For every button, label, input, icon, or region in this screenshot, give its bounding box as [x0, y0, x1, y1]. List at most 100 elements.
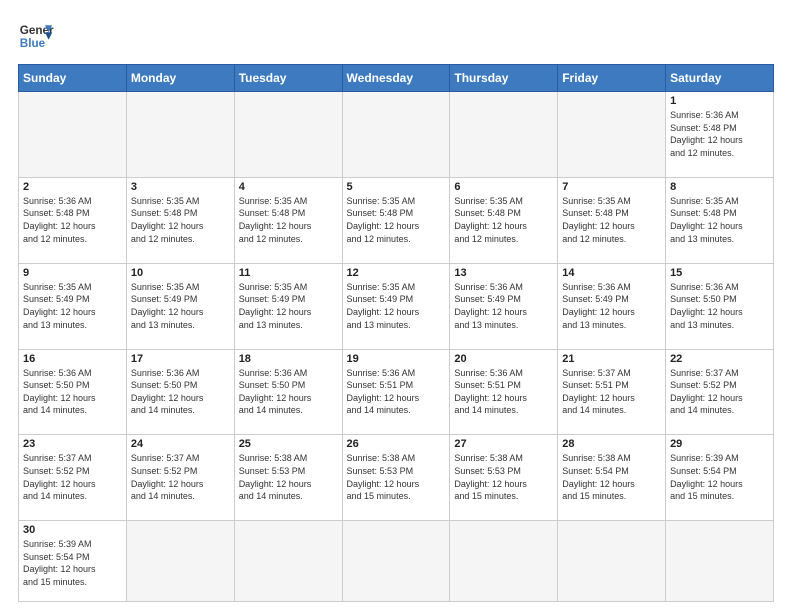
- day-number: 9: [23, 267, 122, 279]
- day-number: 3: [131, 181, 230, 193]
- calendar-cell: 29 Sunrise: 5:39 AM Sunset: 5:54 PM Dayli…: [666, 435, 774, 521]
- calendar-cell: 16Sunrise: 5:36 AM Sunset: 5:50 PM Dayli…: [19, 349, 127, 435]
- calendar-week-4: 23Sunrise: 5:37 AM Sunset: 5:52 PM Dayli…: [19, 435, 774, 521]
- day-info: Sunrise: 5:37 AM Sunset: 5:52 PM Dayligh…: [670, 367, 769, 417]
- calendar-week-3: 16 Sunrise: 5:36 AM Sunset: 5:50 PM Dayli…: [19, 349, 774, 435]
- day-info: Sunrise: 5:37 AM Sunset: 5:52 PM Dayligh…: [131, 452, 230, 502]
- calendar-week-1: 2Sunrise: 5:36 AM Sunset: 5:48 PM Daylig…: [19, 177, 774, 263]
- calendar-cell: 14 Sunrise: 5:36 AM Sunset: 5:49 PM Dayli…: [558, 263, 666, 349]
- calendar-cell: 12Sunrise: 5:35 AM Sunset: 5:49 PM Dayli…: [342, 263, 450, 349]
- calendar-table: SundayMondayTuesdayWednesdayThursdayFrid…: [18, 64, 774, 602]
- day-info: Sunrise: 5:38 AM Sunset: 5:53 PM Dayligh…: [347, 452, 446, 502]
- day-info: Sunrise: 5:36 AM Sunset: 5:51 PM Dayligh…: [347, 367, 446, 417]
- calendar-cell: 11Sunrise: 5:35 AM Sunset: 5:49 PM Dayli…: [234, 263, 342, 349]
- day-number: 1: [670, 95, 769, 107]
- day-number: 4: [239, 181, 338, 193]
- calendar-cell: 30 Sunrise: 5:39 AM Sunset: 5:54 PM Dayli…: [19, 521, 127, 602]
- calendar-cell: 25 Sunrise: 5:38 AM Sunset: 5:53 PM Dayli…: [234, 435, 342, 521]
- calendar-cell: [558, 521, 666, 602]
- day-number: 22: [670, 353, 769, 365]
- calendar-cell: 17 Sunrise: 5:36 AM Sunset: 5:50 PM Dayli…: [126, 349, 234, 435]
- calendar-cell: 19 Sunrise: 5:36 AM Sunset: 5:51 PM Dayli…: [342, 349, 450, 435]
- calendar-cell: 22 Sunrise: 5:37 AM Sunset: 5:52 PM Dayli…: [666, 349, 774, 435]
- day-info: Sunrise: 5:35 AM Sunset: 5:48 PM Dayligh…: [347, 195, 446, 245]
- day-info: Sunrise: 5:37 AM Sunset: 5:52 PM Dayligh…: [23, 452, 122, 502]
- day-header-monday: Monday: [126, 65, 234, 92]
- day-header-saturday: Saturday: [666, 65, 774, 92]
- calendar-cell: [19, 92, 127, 178]
- calendar-cell: 23Sunrise: 5:37 AM Sunset: 5:52 PM Dayli…: [19, 435, 127, 521]
- day-number: 24: [131, 438, 230, 450]
- calendar-cell: 1 Sunrise: 5:36 AM Sunset: 5:48 PM Daylig…: [666, 92, 774, 178]
- calendar-cell: [342, 521, 450, 602]
- day-info: Sunrise: 5:35 AM Sunset: 5:49 PM Dayligh…: [347, 281, 446, 331]
- day-number: 28: [562, 438, 661, 450]
- day-info: Sunrise: 5:37 AM Sunset: 5:51 PM Dayligh…: [562, 367, 661, 417]
- day-number: 5: [347, 181, 446, 193]
- day-info: Sunrise: 5:36 AM Sunset: 5:50 PM Dayligh…: [670, 281, 769, 331]
- calendar-cell: 18 Sunrise: 5:36 AM Sunset: 5:50 PM Dayli…: [234, 349, 342, 435]
- calendar-cell: [234, 92, 342, 178]
- logo: General Blue: [18, 18, 54, 54]
- day-info: Sunrise: 5:36 AM Sunset: 5:50 PM Dayligh…: [239, 367, 338, 417]
- day-number: 17: [131, 353, 230, 365]
- day-info: Sunrise: 5:35 AM Sunset: 5:48 PM Dayligh…: [454, 195, 553, 245]
- calendar-cell: 8Sunrise: 5:35 AM Sunset: 5:48 PM Daylig…: [666, 177, 774, 263]
- calendar-cell: [126, 92, 234, 178]
- day-header-sunday: Sunday: [19, 65, 127, 92]
- day-info: Sunrise: 5:35 AM Sunset: 5:48 PM Dayligh…: [131, 195, 230, 245]
- day-info: Sunrise: 5:38 AM Sunset: 5:53 PM Dayligh…: [239, 452, 338, 502]
- calendar-cell: 7 Sunrise: 5:35 AM Sunset: 5:48 PM Daylig…: [558, 177, 666, 263]
- day-number: 15: [670, 267, 769, 279]
- calendar-cell: 10 Sunrise: 5:35 AM Sunset: 5:49 PM Dayli…: [126, 263, 234, 349]
- day-info: Sunrise: 5:35 AM Sunset: 5:48 PM Dayligh…: [670, 195, 769, 245]
- day-number: 21: [562, 353, 661, 365]
- day-info: Sunrise: 5:39 AM Sunset: 5:54 PM Dayligh…: [23, 538, 122, 588]
- day-header-tuesday: Tuesday: [234, 65, 342, 92]
- calendar-week-5: 30 Sunrise: 5:39 AM Sunset: 5:54 PM Dayli…: [19, 521, 774, 602]
- day-number: 16: [23, 353, 122, 365]
- day-number: 14: [562, 267, 661, 279]
- day-info: Sunrise: 5:36 AM Sunset: 5:48 PM Dayligh…: [23, 195, 122, 245]
- day-number: 27: [454, 438, 553, 450]
- calendar-cell: [666, 521, 774, 602]
- day-info: Sunrise: 5:38 AM Sunset: 5:54 PM Dayligh…: [562, 452, 661, 502]
- calendar-week-0: 1 Sunrise: 5:36 AM Sunset: 5:48 PM Daylig…: [19, 92, 774, 178]
- calendar-cell: 27Sunrise: 5:38 AM Sunset: 5:53 PM Dayli…: [450, 435, 558, 521]
- day-info: Sunrise: 5:35 AM Sunset: 5:48 PM Dayligh…: [239, 195, 338, 245]
- calendar-cell: [450, 521, 558, 602]
- day-number: 6: [454, 181, 553, 193]
- calendar-cell: 24 Sunrise: 5:37 AM Sunset: 5:52 PM Dayli…: [126, 435, 234, 521]
- day-info: Sunrise: 5:36 AM Sunset: 5:48 PM Dayligh…: [670, 109, 769, 159]
- day-number: 25: [239, 438, 338, 450]
- day-number: 19: [347, 353, 446, 365]
- logo-icon: General Blue: [18, 18, 54, 54]
- day-info: Sunrise: 5:36 AM Sunset: 5:49 PM Dayligh…: [562, 281, 661, 331]
- calendar-cell: 4 Sunrise: 5:35 AM Sunset: 5:48 PM Daylig…: [234, 177, 342, 263]
- day-number: 29: [670, 438, 769, 450]
- calendar-cell: 5 Sunrise: 5:35 AM Sunset: 5:48 PM Daylig…: [342, 177, 450, 263]
- day-info: Sunrise: 5:35 AM Sunset: 5:49 PM Dayligh…: [239, 281, 338, 331]
- day-info: Sunrise: 5:35 AM Sunset: 5:49 PM Dayligh…: [131, 281, 230, 331]
- calendar-week-2: 9 Sunrise: 5:35 AM Sunset: 5:49 PM Daylig…: [19, 263, 774, 349]
- calendar-cell: [558, 92, 666, 178]
- calendar-cell: [342, 92, 450, 178]
- day-number: 20: [454, 353, 553, 365]
- day-number: 13: [454, 267, 553, 279]
- day-number: 7: [562, 181, 661, 193]
- day-info: Sunrise: 5:36 AM Sunset: 5:50 PM Dayligh…: [131, 367, 230, 417]
- day-info: Sunrise: 5:35 AM Sunset: 5:48 PM Dayligh…: [562, 195, 661, 245]
- header: General Blue: [18, 18, 774, 54]
- calendar-cell: 21 Sunrise: 5:37 AM Sunset: 5:51 PM Dayli…: [558, 349, 666, 435]
- day-info: Sunrise: 5:39 AM Sunset: 5:54 PM Dayligh…: [670, 452, 769, 502]
- day-header-thursday: Thursday: [450, 65, 558, 92]
- day-header-friday: Friday: [558, 65, 666, 92]
- calendar-cell: 6 Sunrise: 5:35 AM Sunset: 5:48 PM Daylig…: [450, 177, 558, 263]
- day-number: 18: [239, 353, 338, 365]
- day-number: 26: [347, 438, 446, 450]
- calendar-cell: 15 Sunrise: 5:36 AM Sunset: 5:50 PM Dayli…: [666, 263, 774, 349]
- calendar-cell: 3 Sunrise: 5:35 AM Sunset: 5:48 PM Daylig…: [126, 177, 234, 263]
- day-number: 30: [23, 524, 122, 536]
- calendar-page: General Blue SundayMondayTuesdayWednesda…: [0, 0, 792, 612]
- day-number: 10: [131, 267, 230, 279]
